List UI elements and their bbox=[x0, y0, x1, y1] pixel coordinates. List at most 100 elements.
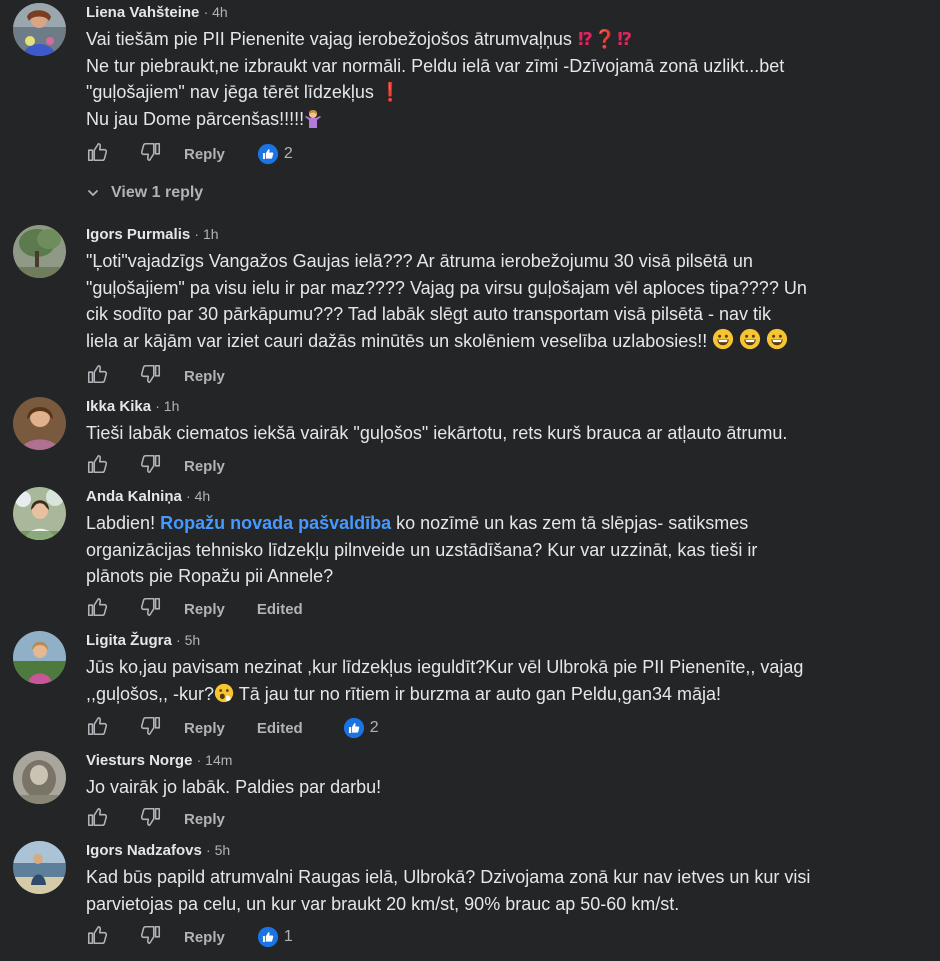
dislike-button[interactable] bbox=[140, 924, 162, 951]
comment-author[interactable]: Anda Kalniņa bbox=[86, 488, 182, 505]
like-button[interactable] bbox=[86, 453, 108, 480]
thumbs-up-icon bbox=[86, 806, 108, 828]
thumbs-up-icon bbox=[86, 453, 108, 475]
reply-button[interactable]: Reply bbox=[184, 601, 225, 618]
comment-author[interactable]: Viesturs Norge bbox=[86, 752, 192, 769]
avatar[interactable] bbox=[13, 487, 66, 540]
comment-item: Igors Purmalis · 1h "Ļoti"vajadzīgs Vang… bbox=[0, 222, 940, 392]
comment-line: "Ļoti"vajadzīgs Vangažos Gaujas ielā??? … bbox=[86, 251, 753, 271]
comment-time[interactable]: 5h bbox=[215, 842, 231, 858]
reply-button[interactable]: Reply bbox=[184, 458, 225, 475]
comment-time[interactable]: 1h bbox=[164, 398, 180, 414]
dislike-button[interactable] bbox=[140, 453, 162, 480]
reaction-summary[interactable]: 2 bbox=[257, 143, 293, 165]
dislike-button[interactable] bbox=[140, 596, 162, 623]
page-mention-link[interactable]: Ropažu novada pašvaldība bbox=[160, 513, 391, 533]
thumbs-up-icon bbox=[86, 596, 108, 618]
dislike-button[interactable] bbox=[140, 363, 162, 390]
dislike-button[interactable] bbox=[140, 715, 162, 742]
comment-time[interactable]: 1h bbox=[203, 226, 219, 242]
reply-button[interactable]: Reply bbox=[184, 720, 225, 737]
comment-item: Igors Nadzafovs · 5h Kad būs papild atru… bbox=[0, 838, 940, 961]
separator-dot: · bbox=[206, 842, 215, 858]
comment-text: Jo vairāk jo labāk. Paldies par darbu! bbox=[86, 774, 920, 801]
comment-text: Jūs ko,jau pavisam nezinat ,kur līdzekļu… bbox=[86, 654, 920, 710]
like-button[interactable] bbox=[86, 806, 108, 833]
comment-author[interactable]: Liena Vahšteine bbox=[86, 4, 199, 21]
separator-dot: · bbox=[194, 226, 203, 242]
reaction-summary[interactable]: 1 bbox=[257, 926, 293, 948]
comment-line: Ne tur piebraukt,ne izbraukt var normāli… bbox=[86, 55, 785, 76]
like-button[interactable] bbox=[86, 141, 108, 168]
comment-line-suffix: ko nozīmē un kas zem tā slēpjas- satiksm… bbox=[391, 513, 749, 533]
avatar[interactable] bbox=[13, 225, 66, 278]
like-button[interactable] bbox=[86, 715, 108, 742]
grinning-face-emoji bbox=[766, 328, 788, 350]
exclamation-emoji: ❗ bbox=[373, 82, 402, 102]
view-replies-label: View 1 reply bbox=[111, 184, 204, 201]
dislike-button[interactable] bbox=[140, 141, 162, 168]
avatar[interactable] bbox=[13, 751, 66, 804]
reply-button[interactable]: Reply bbox=[184, 811, 225, 828]
comment-line: "guļošajiem" nav jēga tērēt līdzekļus bbox=[86, 82, 374, 102]
comment-author[interactable]: Ligita Žugra bbox=[86, 632, 172, 649]
avatar[interactable] bbox=[13, 397, 66, 450]
like-button[interactable] bbox=[86, 924, 108, 951]
view-replies-button[interactable]: View 1 reply bbox=[86, 184, 203, 202]
comment-text: Vai tiešām pie PII Pienenite vajag ierob… bbox=[86, 26, 920, 135]
thumbs-down-icon bbox=[140, 453, 162, 475]
comment-time[interactable]: 5h bbox=[185, 632, 201, 648]
thumbs-up-icon bbox=[86, 141, 108, 163]
person-shrugging-emoji bbox=[304, 108, 322, 136]
comment-text: Tieši labāk ciematos iekšā vairāk "guļoš… bbox=[86, 420, 920, 447]
avatar[interactable] bbox=[13, 841, 66, 894]
reaction-summary[interactable]: 2 bbox=[343, 717, 379, 739]
reply-button[interactable]: Reply bbox=[184, 146, 225, 163]
comment-line: Jūs ko,jau pavisam nezinat ,kur līdzekļu… bbox=[86, 657, 804, 677]
comment-line: parvietojas pa celu, un kur var braukt 2… bbox=[86, 893, 680, 914]
comment-text: "Ļoti"vajadzīgs Vangažos Gaujas ielā??? … bbox=[86, 248, 920, 354]
comment-author[interactable]: Igors Purmalis bbox=[86, 226, 190, 243]
comment-line: Kad būs papild atrumvalni Raugas ielā, U… bbox=[86, 867, 811, 887]
reaction-count: 2 bbox=[369, 719, 379, 736]
thumbs-down-icon bbox=[140, 924, 162, 946]
avatar[interactable] bbox=[13, 631, 66, 684]
comment-line: liela ar kājām var iziet cauri dažās min… bbox=[86, 330, 708, 351]
comment-line: Jo vairāk jo labāk. Paldies par darbu! bbox=[86, 777, 382, 797]
chevron-down-icon bbox=[88, 190, 98, 196]
comment-author[interactable]: Ikka Kika bbox=[86, 398, 151, 415]
surprised-face-emoji bbox=[214, 683, 234, 711]
reply-button[interactable]: Reply bbox=[184, 368, 225, 385]
reaction-count: 1 bbox=[283, 928, 293, 945]
separator-dot: · bbox=[203, 4, 213, 20]
like-button[interactable] bbox=[86, 596, 108, 623]
dislike-button[interactable] bbox=[140, 806, 162, 833]
comment-line: Vai tiešām pie PII Pienenite vajag ierob… bbox=[86, 29, 572, 49]
comment-item: Ligita Žugra · 5h Jūs ko,jau pavisam nez… bbox=[0, 628, 940, 746]
comment-line: Tieši labāk ciematos iekšā vairāk "guļoš… bbox=[86, 423, 788, 443]
thumbs-down-icon bbox=[140, 715, 162, 737]
comment-time[interactable]: 4h bbox=[195, 488, 211, 504]
comment-author[interactable]: Igors Nadzafovs bbox=[86, 842, 202, 859]
comment-time[interactable]: 14m bbox=[205, 752, 232, 768]
thumbs-down-icon bbox=[140, 363, 162, 385]
edited-label[interactable]: Edited bbox=[257, 720, 303, 737]
comment-line: plānots pie Ropažu pii Annele? bbox=[86, 566, 334, 586]
avatar[interactable] bbox=[13, 3, 66, 56]
comment-text: Kad būs papild atrumvalni Raugas ielā, U… bbox=[86, 864, 920, 917]
like-button[interactable] bbox=[86, 363, 108, 390]
like-reaction-icon bbox=[343, 717, 365, 739]
thumbs-down-icon bbox=[140, 806, 162, 828]
separator-dot: · bbox=[186, 488, 195, 504]
comment-item: Anda Kalniņa · 4h Labdien! Ropažu novada… bbox=[0, 484, 940, 624]
separator-dot: · bbox=[176, 632, 185, 648]
like-reaction-icon bbox=[257, 926, 279, 948]
comment-line: Nu jau Dome pārcenšas!!!!! bbox=[86, 108, 305, 129]
comment-item: Ikka Kika · 1h Tieši labāk ciematos iekš… bbox=[0, 394, 940, 479]
comment-time[interactable]: 4h bbox=[212, 4, 228, 20]
thumbs-down-icon bbox=[140, 141, 162, 163]
edited-label[interactable]: Edited bbox=[257, 601, 303, 618]
thumbs-down-icon bbox=[140, 596, 162, 618]
thumbs-up-icon bbox=[86, 715, 108, 737]
reply-button[interactable]: Reply bbox=[184, 929, 225, 946]
